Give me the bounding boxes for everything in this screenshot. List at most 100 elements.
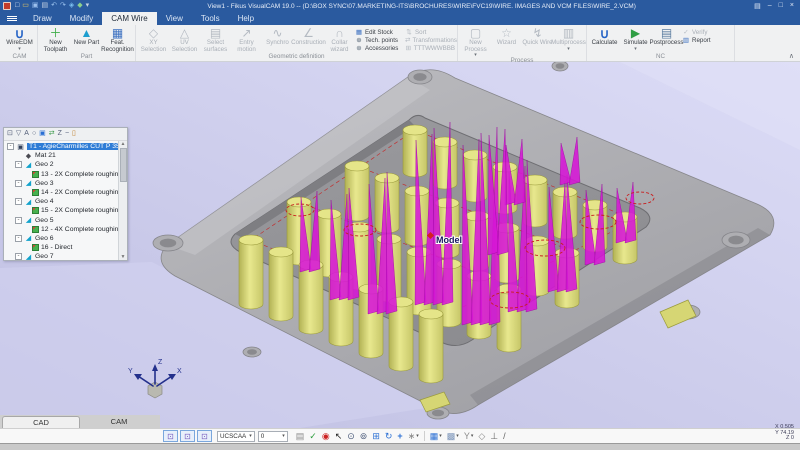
stop-icon[interactable]: ◉: [322, 431, 330, 441]
circle-icon[interactable]: ○: [32, 130, 36, 138]
tree-item-geo-6[interactable]: -◢Geo 6: [4, 234, 127, 243]
wire-view-icon[interactable]: ⊡: [180, 430, 195, 442]
orbit-icon[interactable]: ↻: [385, 431, 393, 441]
document-icon[interactable]: ▯: [72, 130, 76, 138]
hidden-view-icon[interactable]: ⊡: [197, 430, 212, 442]
transformations-button[interactable]: ⇄Transformations: [405, 36, 455, 44]
tree-item-geo-7[interactable]: -◢Geo 7: [4, 252, 127, 260]
tree-item-geo-3[interactable]: -◢Geo 3: [4, 179, 127, 188]
verify-button[interactable]: ✓Verify: [682, 28, 732, 36]
pan-icon[interactable]: +: [397, 431, 402, 441]
ucs-box-icon[interactable]: ▦▾: [430, 431, 442, 441]
tree-item-15-2x-complete-roughing[interactable]: 15 - 2X Complete roughing: [4, 206, 127, 215]
xy-selection-button[interactable]: ◇XY Selection: [138, 26, 169, 53]
construction-button[interactable]: ∠Construction: [293, 26, 324, 53]
tree-item-12-4x-complete-roughing[interactable]: 12 - 4X Complete roughing: [4, 225, 127, 234]
select-surfaces-button[interactable]: ▤Select surfaces: [200, 26, 231, 53]
expand-toggle-icon[interactable]: -: [15, 253, 22, 260]
undo-icon[interactable]: ↶: [51, 2, 57, 10]
expand-toggle-icon[interactable]: -: [7, 143, 14, 150]
snap-line-icon[interactable]: /: [503, 431, 506, 441]
multiprocess-button[interactable]: ▥Multiprocess▾: [553, 26, 584, 57]
accessories-button[interactable]: ⊛Accessories: [355, 44, 405, 52]
print-icon[interactable]: ▤: [41, 2, 48, 10]
ucs-index-select[interactable]: 0▾: [258, 431, 288, 442]
tab-draw[interactable]: Draw: [24, 12, 61, 25]
open-icon[interactable]: ▭: [22, 2, 29, 10]
tab-tools[interactable]: Tools: [192, 12, 229, 25]
wizard-button[interactable]: ☆Wizard: [491, 26, 522, 57]
ucs-select[interactable]: UCSCAA▾: [217, 431, 255, 442]
tree-item-geo-5[interactable]: -◢Geo 5: [4, 216, 127, 225]
tree-item-geo-2[interactable]: -◢Geo 2: [4, 160, 127, 169]
feat-recognition-button[interactable]: ▦Feat. Recognition: [102, 26, 133, 53]
filter-icon[interactable]: ▽: [16, 130, 21, 138]
minimize-icon[interactable]: –: [768, 2, 772, 10]
expand-toggle-icon[interactable]: -: [15, 161, 22, 168]
new-file-icon[interactable]: □: [15, 2, 19, 10]
snap-diamond-icon[interactable]: ◇: [478, 431, 485, 441]
tab-view[interactable]: View: [157, 12, 192, 25]
layers-icon[interactable]: ▣: [39, 130, 46, 138]
snap-perp-icon[interactable]: ⊥: [490, 431, 498, 441]
plot-icon[interactable]: ▤: [296, 431, 305, 441]
expand-toggle-icon[interactable]: -: [15, 198, 22, 205]
cursor-icon[interactable]: ↖: [335, 431, 343, 441]
tttwwwbbb-button[interactable]: ⊞TTTWWWBBB: [405, 44, 455, 52]
measure-icon[interactable]: A: [24, 130, 29, 138]
snap-y-icon[interactable]: Y▾: [464, 431, 474, 441]
expand-toggle-icon[interactable]: -: [15, 235, 22, 242]
expand-toggle-icon[interactable]: -: [15, 217, 22, 224]
uv-selection-button[interactable]: △UV Selection: [169, 26, 200, 53]
tab-help[interactable]: Help: [229, 12, 263, 25]
close-icon[interactable]: ×: [790, 2, 794, 10]
calculate-button[interactable]: ∪Calculate: [589, 26, 620, 53]
new-process-button[interactable]: ▢New Process▾: [460, 26, 491, 57]
new-toolpath-button[interactable]: ＋New Toolpath: [40, 26, 71, 53]
postprocess-button[interactable]: ▤Postprocess: [651, 26, 682, 53]
tab-modify[interactable]: Modify: [61, 12, 103, 25]
zoom-window-icon[interactable]: ⊚: [360, 431, 368, 441]
ribbon-collapse-icon[interactable]: ∧: [789, 52, 794, 60]
tree-item-t1-agiecharmilles-cut-p-350[interactable]: -▣T1 - AgieCharmilles CUT P 350∗: [4, 142, 127, 151]
tree-scrollbar[interactable]: ▲▼: [118, 141, 127, 260]
tree-item-14-2x-complete-roughing[interactable]: 14 - 2X Complete roughing: [4, 188, 127, 197]
report-button[interactable]: ▥Report: [682, 36, 732, 44]
render-mode-icon[interactable]: ∗▾: [408, 431, 419, 441]
layer-box-icon[interactable]: ▩▾: [447, 431, 459, 441]
sort-button[interactable]: ⇅Sort: [405, 28, 455, 36]
tree-item-geo-4[interactable]: -◢Geo 4: [4, 197, 127, 206]
tree-item-mat-21[interactable]: ◆Mat 21: [4, 151, 127, 160]
confirm-icon[interactable]: ✓: [309, 431, 317, 441]
wireedm-button[interactable]: ∪WireEDM▾: [4, 26, 35, 53]
ribbon-options-icon[interactable]: ▤: [754, 2, 761, 10]
restore-icon[interactable]: □: [779, 2, 783, 10]
shade-view-icon[interactable]: ⊡: [163, 430, 178, 442]
redo-icon[interactable]: ↷: [60, 2, 66, 10]
view-cube-icon[interactable]: ◈: [69, 2, 74, 10]
sort-z-icon[interactable]: Z: [58, 130, 62, 138]
tree-item-13-2x-complete-roughing[interactable]: 13 - 2X Complete roughing: [4, 170, 127, 179]
new-part-button[interactable]: ▲New Part: [71, 26, 102, 53]
tab-cam-wire[interactable]: CAM Wire: [102, 12, 156, 25]
render-icon[interactable]: ◆: [77, 2, 82, 10]
tech-points-button[interactable]: ⊕Tech. points: [355, 36, 405, 44]
entry-motion-button[interactable]: ↗Entry motion: [231, 26, 262, 53]
menu-icon[interactable]: [0, 12, 24, 25]
zoom-fit-icon[interactable]: ⊞: [372, 431, 380, 441]
tree-item-16-direct[interactable]: 16 - Direct: [4, 243, 127, 252]
synchro-button[interactable]: ∿Synchro: [262, 26, 293, 53]
save-icon[interactable]: ▣: [32, 2, 39, 10]
simulate-button[interactable]: ▶Simulate▾: [620, 26, 651, 53]
collapse-icon[interactable]: −: [65, 130, 69, 138]
doc-tab-cam[interactable]: CAM: [80, 416, 158, 428]
expand-toggle-icon[interactable]: -: [15, 180, 22, 187]
doc-tab-cad[interactable]: CAD: [2, 416, 80, 428]
quick-wire-button[interactable]: ↯Quick Wire: [522, 26, 553, 57]
collar-wizard-button[interactable]: ∩Collar wizard: [324, 26, 355, 53]
swap-icon[interactable]: ⇄: [49, 130, 55, 138]
edit-stock-button[interactable]: ▦Edit Stock: [355, 28, 405, 36]
zoom-select-icon[interactable]: ⊙: [347, 431, 355, 441]
screen-icon[interactable]: ⊡: [7, 130, 13, 138]
scroll-thumb[interactable]: [120, 148, 127, 182]
